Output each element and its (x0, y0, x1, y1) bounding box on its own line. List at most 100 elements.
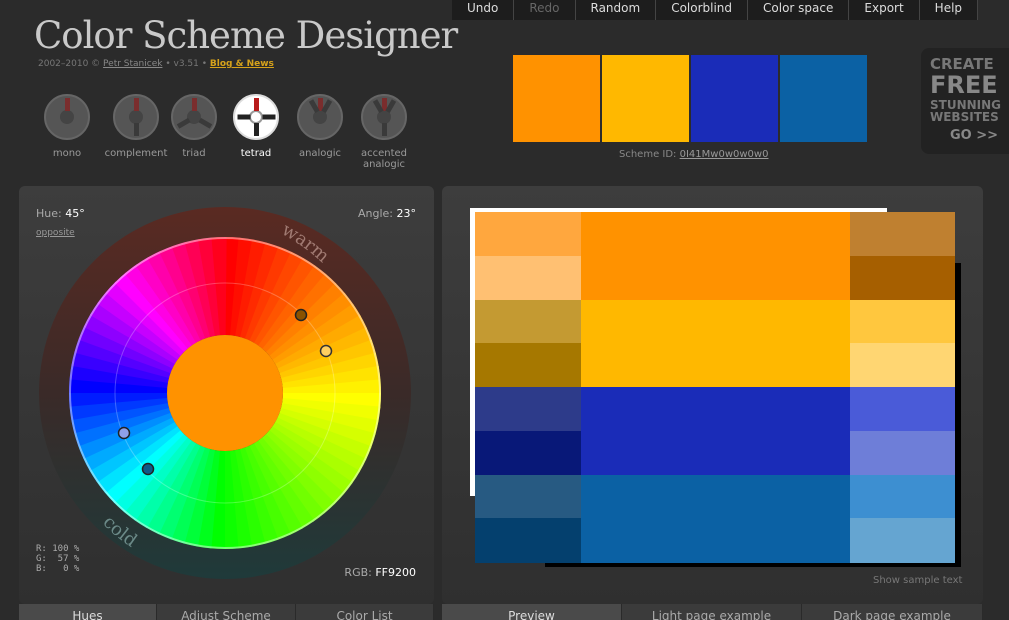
tab-dark-page-example[interactable]: Dark page example (802, 604, 983, 620)
mode-complement[interactable]: complement (104, 92, 168, 159)
menu-export[interactable]: Export (849, 0, 920, 20)
hue-handle[interactable] (117, 426, 131, 440)
accented-analogic-wheel-icon (361, 94, 407, 140)
angle-readout: Angle: 23° (358, 207, 416, 220)
color-preview-grid (475, 212, 955, 563)
rgb-percent-readout: R: 100 % G: 57 % B: 0 % (36, 544, 80, 574)
preview-cell (581, 518, 850, 563)
mode-tetrad[interactable]: tetrad (224, 92, 288, 159)
selected-color-disc (167, 335, 283, 451)
mode-label: mono (52, 148, 82, 159)
scheme-id-label: Scheme ID: (619, 149, 677, 160)
ad-line: FREE (930, 71, 998, 99)
preview-cell (475, 518, 581, 563)
wheel-segment (253, 123, 259, 136)
left-tabs: Hues Adjust Scheme Color List (19, 604, 434, 620)
swatch-primary[interactable] (513, 55, 600, 142)
preview-cell (850, 343, 955, 388)
menu-color-space[interactable]: Color space (748, 0, 850, 20)
scheme-mode-selector: mono complement triad tetrad analogic ac… (38, 92, 428, 177)
mode-label: tetrad (240, 148, 272, 159)
hue-handle[interactable] (294, 308, 308, 322)
preview-cell (850, 430, 955, 475)
menu-random[interactable]: Random (576, 0, 657, 20)
right-tabs: Preview Light page example Dark page exa… (442, 604, 983, 620)
preview-cell (475, 212, 581, 257)
ad-go-link[interactable]: GO >> (950, 129, 1009, 142)
blog-news-link[interactable]: Blog & News (210, 59, 274, 69)
triad-wheel-icon (171, 94, 217, 140)
scheme-id-link[interactable]: 0I41Mw0w0w0w0 (680, 149, 769, 160)
hue-handle[interactable] (141, 462, 155, 476)
menu-help[interactable]: Help (920, 0, 979, 20)
author-link[interactable]: Petr Stanicek (103, 59, 162, 69)
preview-cell (581, 343, 850, 388)
preview-cell (475, 387, 581, 432)
hue-value: 45° (65, 207, 85, 220)
show-sample-text-link[interactable]: Show sample text (873, 575, 962, 586)
rgb-value: FF9200 (375, 566, 416, 579)
wheel-segment (262, 114, 275, 120)
create-websites-ad[interactable]: CREATE FREE STUNNING WEBSITES GO >> (921, 48, 1009, 154)
rgb-hex-readout: RGB: FF9200 (344, 566, 416, 579)
tetrad-wheel-icon (233, 94, 279, 140)
mode-label: triad (182, 148, 206, 159)
tab-adjust-scheme[interactable]: Adjust Scheme (157, 604, 296, 620)
preview-cell (475, 430, 581, 475)
wheel-segment (253, 98, 259, 111)
preview-cell (581, 255, 850, 300)
ad-line: WEBSITES (930, 110, 999, 124)
wheel-segment (381, 123, 387, 136)
menu-undo[interactable]: Undo (452, 0, 515, 20)
swatch-secondary-b[interactable] (691, 55, 778, 142)
wheel-segment (133, 123, 139, 136)
color-wheel[interactable]: warm cold (19, 186, 434, 604)
hue-label: Hue: (36, 207, 62, 220)
wheel-segment (176, 117, 191, 129)
top-menubar: Undo Redo Random Colorblind Color space … (452, 0, 979, 20)
preview-cell (581, 299, 850, 344)
preview-cell (850, 387, 955, 432)
wheel-segment (191, 98, 197, 111)
preview-cell (475, 343, 581, 388)
tab-color-list[interactable]: Color List (296, 604, 434, 620)
swatch-secondary-a[interactable] (602, 55, 689, 142)
tab-hues[interactable]: Hues (19, 604, 157, 620)
mode-accented-analogic[interactable]: accented analogic (352, 92, 416, 170)
wheel-segment (197, 117, 212, 129)
scheme-swatches (513, 55, 867, 142)
mode-label: accented analogic (360, 148, 408, 170)
tab-preview[interactable]: Preview (442, 604, 622, 620)
hue-handle[interactable] (319, 344, 333, 358)
mono-wheel-icon (44, 94, 90, 140)
mode-label: analogic (298, 148, 342, 159)
mode-mono[interactable]: mono (35, 92, 99, 159)
preview-cell (850, 299, 955, 344)
mode-label: complement (104, 148, 168, 159)
preview-cell (581, 212, 850, 257)
complement-wheel-icon (113, 94, 159, 140)
menu-colorblind[interactable]: Colorblind (656, 0, 749, 20)
scheme-id: Scheme ID: 0I41Mw0w0w0w0 (619, 149, 768, 160)
preview-cell (581, 387, 850, 432)
rgb-label: RGB: (344, 566, 372, 579)
preview-cell (581, 430, 850, 475)
hue-readout: Hue: 45° (36, 207, 85, 220)
ad-line: CREATE (930, 55, 994, 73)
preview-cell (850, 255, 955, 300)
swatch-complement[interactable] (780, 55, 867, 142)
mode-triad[interactable]: triad (162, 92, 226, 159)
tab-light-page-example[interactable]: Light page example (622, 604, 802, 620)
copyright-text: 2002–2010 © (38, 59, 101, 69)
opposite-link[interactable]: opposite (36, 228, 75, 238)
angle-value: 23° (396, 207, 417, 220)
hue-wheel-panel: warm cold Hue: 45° Angle: 23° opposite R… (19, 186, 434, 604)
menu-redo[interactable]: Redo (514, 0, 576, 20)
mode-analogic[interactable]: analogic (288, 92, 352, 159)
preview-cell (475, 474, 581, 519)
version-text: • v3.51 • (165, 59, 208, 69)
credits-line: 2002–2010 © Petr Stanicek • v3.51 • Blog… (38, 59, 274, 69)
wheel-segment (133, 98, 139, 111)
preview-cell (475, 299, 581, 344)
wheel-segment (64, 98, 70, 111)
